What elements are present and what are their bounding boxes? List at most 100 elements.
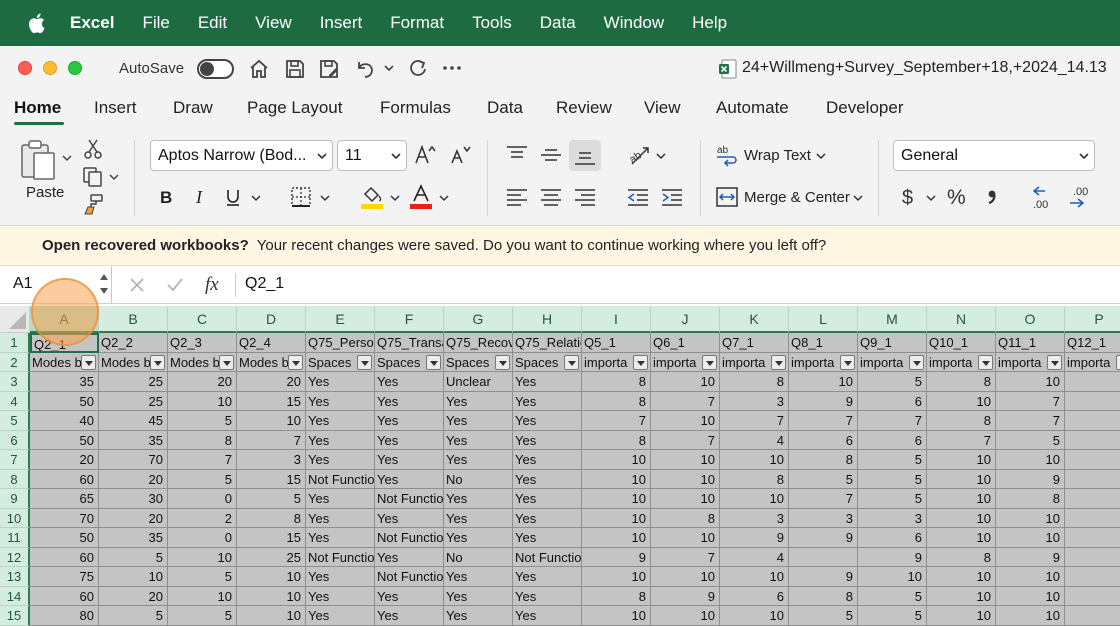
close-window-button[interactable] [18,61,32,75]
menu-insert[interactable]: Insert [320,13,363,33]
cell-n10[interactable]: 10 [927,508,996,528]
wrap-text-icon[interactable]: ab [715,143,739,167]
cell-l14[interactable]: 8 [789,586,858,606]
cell-d4[interactable]: 15 [237,391,306,411]
cell-l15[interactable]: 5 [789,606,858,626]
undo-icon[interactable] [354,58,376,80]
cell-m10[interactable]: 3 [858,508,927,528]
cell-l13[interactable]: 9 [789,567,858,587]
decrease-indent-icon[interactable] [626,188,650,206]
menu-view[interactable]: View [255,13,292,33]
row-header[interactable]: 11 [0,528,30,548]
copy-dropdown-icon[interactable] [109,172,119,182]
cell-j14[interactable]: 9 [651,586,720,606]
cell-c10[interactable]: 2 [168,508,237,528]
cell-k5[interactable]: 7 [720,411,789,431]
cell-a6[interactable]: 50 [30,430,99,450]
cell-h12[interactable]: Not Functio [513,547,582,567]
cell-k7[interactable]: 10 [720,450,789,470]
orientation-dropdown-icon[interactable] [656,151,666,161]
cell-d12[interactable]: 25 [237,547,306,567]
cell-c14[interactable]: 10 [168,586,237,606]
cell-h5[interactable]: Yes [513,411,582,431]
cell-o5[interactable]: 7 [996,411,1065,431]
cell-n3[interactable]: 8 [927,372,996,392]
cell-e7[interactable]: Yes [306,450,375,470]
merge-center-label[interactable]: Merge & Center [744,189,850,206]
cell-l1[interactable]: Q8_1 [789,333,858,353]
cell-c11[interactable]: 0 [168,528,237,548]
cell-j3[interactable]: 10 [651,372,720,392]
cell-j2[interactable]: importa [651,352,720,372]
cell-o4[interactable]: 7 [996,391,1065,411]
cell-h10[interactable]: Yes [513,508,582,528]
cell-k12[interactable]: 4 [720,547,789,567]
cell-m5[interactable]: 7 [858,411,927,431]
cell-j10[interactable]: 8 [651,508,720,528]
cell-d10[interactable]: 8 [237,508,306,528]
row-header[interactable]: 6 [0,430,30,450]
menu-format[interactable]: Format [390,13,444,33]
cell-c12[interactable]: 10 [168,547,237,567]
filter-dropdown-button[interactable] [357,354,372,370]
column-header-j[interactable]: J [651,306,720,333]
cell-p9[interactable] [1065,489,1120,509]
cell-l6[interactable]: 6 [789,430,858,450]
cell-g12[interactable]: No [444,547,513,567]
decrease-decimal-icon[interactable]: .00 [1067,184,1095,210]
cell-j5[interactable]: 10 [651,411,720,431]
column-header-c[interactable]: C [168,306,237,333]
paste-dropdown-icon[interactable] [62,153,72,163]
cell-p13[interactable]: 1 [1065,567,1120,587]
cell-l9[interactable]: 7 [789,489,858,509]
cell-d14[interactable]: 10 [237,586,306,606]
cell-a8[interactable]: 60 [30,469,99,489]
cell-c5[interactable]: 5 [168,411,237,431]
cell-c9[interactable]: 0 [168,489,237,509]
increase-indent-icon[interactable] [660,188,684,206]
cell-e10[interactable]: Yes [306,508,375,528]
merge-center-icon[interactable] [715,186,739,208]
cell-f8[interactable]: Yes [375,469,444,489]
cell-d3[interactable]: 20 [237,372,306,392]
cell-g11[interactable]: Yes [444,528,513,548]
cell-n5[interactable]: 8 [927,411,996,431]
cell-e2[interactable]: Spaces [306,352,375,372]
cell-f3[interactable]: Yes [375,372,444,392]
undo-dropdown-icon[interactable] [383,62,395,74]
save-icon[interactable] [284,58,306,80]
align-left-icon[interactable] [505,188,529,206]
cell-e6[interactable]: Yes [306,430,375,450]
cell-p1[interactable]: Q12_1 [1065,333,1120,353]
fill-color-dropdown-icon[interactable] [390,193,400,203]
menu-help[interactable]: Help [692,13,727,33]
cell-e8[interactable]: Not Functio [306,469,375,489]
increase-decimal-icon[interactable]: .00 [1031,184,1059,210]
cell-h8[interactable]: Yes [513,469,582,489]
column-header-m[interactable]: M [858,306,927,333]
align-top-icon[interactable] [505,145,529,163]
cell-o1[interactable]: Q11_1 [996,333,1065,353]
cell-f6[interactable]: Yes [375,430,444,450]
cell-b11[interactable]: 35 [99,528,168,548]
row-header[interactable]: 1 [0,333,30,353]
cell-g9[interactable]: Yes [444,489,513,509]
cell-b1[interactable]: Q2_2 [99,333,168,353]
minimize-window-button[interactable] [43,61,57,75]
redo-icon[interactable] [406,58,428,80]
cell-o13[interactable]: 10 [996,567,1065,587]
cell-c1[interactable]: Q2_3 [168,333,237,353]
cell-h6[interactable]: Yes [513,430,582,450]
tab-automate[interactable]: Automate [716,98,789,118]
formula-value[interactable]: Q2_1 [245,275,284,293]
cell-j12[interactable]: 7 [651,547,720,567]
zoom-window-button[interactable] [68,61,82,75]
currency-icon[interactable]: $ [899,185,919,209]
cell-m14[interactable]: 5 [858,586,927,606]
cell-f4[interactable]: Yes [375,391,444,411]
cell-e5[interactable]: Yes [306,411,375,431]
cell-p10[interactable]: 1 [1065,508,1120,528]
cell-o8[interactable]: 9 [996,469,1065,489]
percent-icon[interactable]: % [946,185,970,209]
cell-j1[interactable]: Q6_1 [651,333,720,353]
